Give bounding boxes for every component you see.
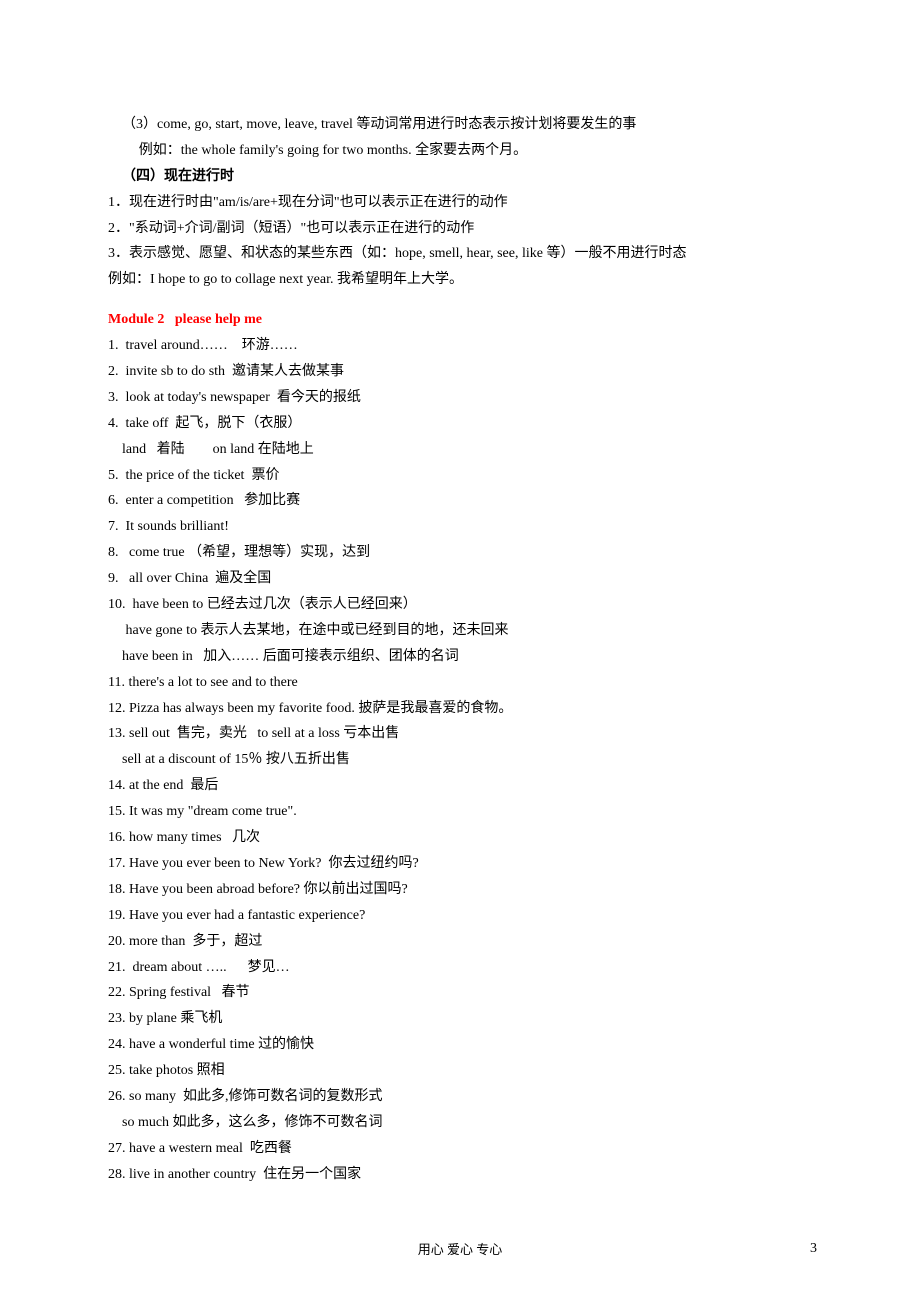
text-line: 1．现在进行时由"am/is/are+现在分词"也可以表示正在进行的动作 <box>108 190 820 216</box>
text-line: 2．"系动词+介词/副词（短语）"也可以表示正在进行的动作 <box>108 216 820 242</box>
list-item: 15. It was my "dream come true". <box>108 799 820 825</box>
list-item: 8. come true （希望，理想等）实现，达到 <box>108 540 820 566</box>
list-item: 23. by plane 乘飞机 <box>108 1006 820 1032</box>
text-line: 3．表示感觉、愿望、和状态的某些东西（如：hope, smell, hear, … <box>108 241 820 267</box>
list-item: 22. Spring festival 春节 <box>108 980 820 1006</box>
list-item: 4. take off 起飞，脱下（衣服） <box>108 411 820 437</box>
list-item: 24. have a wonderful time 过的愉快 <box>108 1032 820 1058</box>
list-item: 10. have been to 已经去过几次（表示人已经回来） <box>108 592 820 618</box>
section-heading: （四）现在进行时 <box>108 164 820 190</box>
text-line: （3）come, go, start, move, leave, travel … <box>108 112 820 138</box>
list-item: sell at a discount of 15％ 按八五折出售 <box>108 747 820 773</box>
text-line: 例如：I hope to go to collage next year. 我希… <box>108 267 820 293</box>
list-item: 18. Have you been abroad before? 你以前出过国吗… <box>108 877 820 903</box>
list-item: 20. more than 多于，超过 <box>108 929 820 955</box>
document-content: （3）come, go, start, move, leave, travel … <box>108 112 820 1188</box>
list-item: 2. invite sb to do sth 邀请某人去做某事 <box>108 359 820 385</box>
list-item: land 着陆 on land 在陆地上 <box>108 437 820 463</box>
page-footer: 用心 爱心 专心 <box>0 1238 920 1262</box>
list-item: 26. so many 如此多,修饰可数名词的复数形式 <box>108 1084 820 1110</box>
list-item: 25. take photos 照相 <box>108 1058 820 1084</box>
list-item: have been in 加入…… 后面可接表示组织、团体的名词 <box>108 644 820 670</box>
list-item: 7. It sounds brilliant! <box>108 514 820 540</box>
list-item: 13. sell out 售完，卖光 to sell at a loss 亏本出… <box>108 721 820 747</box>
list-item: have gone to 表示人去某地，在途中或已经到目的地，还未回来 <box>108 618 820 644</box>
list-item: 14. at the end 最后 <box>108 773 820 799</box>
list-item: 12. Pizza has always been my favorite fo… <box>108 696 820 722</box>
module-title: Module 2 please help me <box>108 307 820 333</box>
list-item: 19. Have you ever had a fantastic experi… <box>108 903 820 929</box>
list-item: 1. travel around…… 环游…… <box>108 333 820 359</box>
list-item: 6. enter a competition 参加比赛 <box>108 488 820 514</box>
list-item: 9. all over China 遍及全国 <box>108 566 820 592</box>
list-item: 28. live in another country 住在另一个国家 <box>108 1162 820 1188</box>
page-number: 3 <box>810 1236 817 1262</box>
list-item: 17. Have you ever been to New York? 你去过纽… <box>108 851 820 877</box>
list-item: 5. the price of the ticket 票价 <box>108 463 820 489</box>
list-item: 11. there's a lot to see and to there <box>108 670 820 696</box>
list-item: 16. how many times 几次 <box>108 825 820 851</box>
list-item: 3. look at today's newspaper 看今天的报纸 <box>108 385 820 411</box>
text-line: 例如：the whole family's going for two mont… <box>108 138 820 164</box>
list-item: so much 如此多，这么多，修饰不可数名词 <box>108 1110 820 1136</box>
list-item: 27. have a western meal 吃西餐 <box>108 1136 820 1162</box>
list-item: 21. dream about ….. 梦见… <box>108 955 820 981</box>
